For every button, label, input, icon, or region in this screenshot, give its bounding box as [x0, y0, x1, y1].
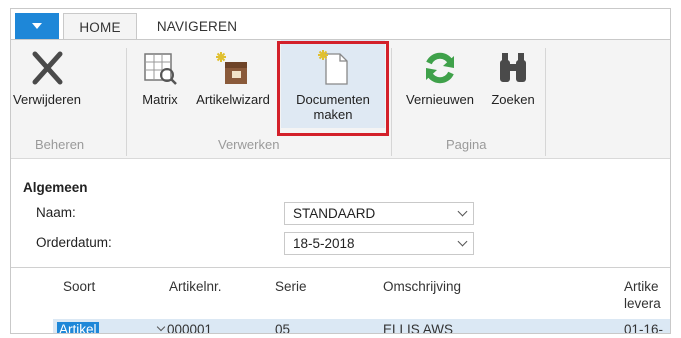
column-header-omschrijving[interactable]: Omschrijving: [383, 278, 461, 295]
cell-serie: 05: [275, 322, 291, 334]
group-separator: [391, 48, 392, 156]
tab-home[interactable]: HOME: [63, 13, 137, 40]
delete-button[interactable]: Verwijderen: [11, 40, 83, 128]
cell-artikelnr: 000001: [167, 322, 213, 334]
group-separator: [126, 48, 127, 156]
grid-header: Soort Artikelnr. Serie Omschrijving Arti…: [11, 267, 670, 319]
tab-strip: HOME NAVIGEREN: [11, 9, 670, 40]
chevron-down-icon: [457, 206, 468, 217]
search-button[interactable]: Zoeken: [485, 40, 541, 128]
cell-omschrijving: ELLIS AWS: [383, 322, 454, 334]
documenten-maken-label: Documenten maken: [296, 92, 370, 122]
chevron-down-icon[interactable]: [156, 322, 166, 332]
matrix-grid-icon: [140, 48, 180, 88]
new-document-icon: [313, 48, 353, 88]
refresh-label: Vernieuwen: [406, 92, 474, 107]
orderdatum-select[interactable]: 18-5-2018: [284, 232, 474, 255]
artikelwizard-button[interactable]: Artikelwizard: [189, 40, 277, 128]
group-label-beheren: Beheren: [35, 137, 85, 152]
application-frame: HOME NAVIGEREN Verwijderen Matrix Artike…: [10, 8, 671, 334]
refresh-icon: [420, 48, 460, 88]
chevron-down-icon: [457, 236, 468, 247]
delete-label: Verwijderen: [13, 92, 81, 107]
table-row[interactable]: Artikel 000001 05 ELLIS AWS 01-16-: [53, 319, 670, 334]
binoculars-icon: [493, 48, 533, 88]
caret-down-icon: [32, 23, 42, 29]
column-header-soort[interactable]: Soort: [63, 278, 95, 295]
column-header-artikelnr[interactable]: Artikelnr.: [169, 278, 222, 295]
group-label-pagina: Pagina: [446, 137, 487, 152]
column-header-artikel-leverdatum[interactable]: Artike levera: [624, 278, 664, 312]
cell-soort[interactable]: Artikel: [57, 322, 99, 333]
documenten-maken-button[interactable]: Documenten maken: [281, 40, 385, 128]
naam-value: STANDAARD: [293, 206, 376, 221]
tab-navigeren[interactable]: NAVIGEREN: [147, 13, 247, 40]
search-label: Zoeken: [491, 92, 535, 107]
naam-label: Naam:: [36, 205, 76, 220]
orderdatum-label: Orderdatum:: [36, 235, 112, 250]
matrix-label: Matrix: [142, 92, 178, 107]
group-separator: [545, 48, 546, 156]
app-menu-button[interactable]: [15, 13, 59, 39]
refresh-button[interactable]: Vernieuwen: [397, 40, 483, 128]
matrix-button[interactable]: Matrix: [133, 40, 187, 128]
orderdatum-value: 18-5-2018: [293, 236, 355, 251]
box-wizard-icon: [213, 48, 253, 88]
ribbon: Verwijderen Matrix Artikelwizard Documen…: [11, 39, 670, 159]
group-label-verwerken: Verwerken: [218, 137, 280, 152]
naam-select[interactable]: STANDAARD: [284, 202, 474, 225]
artikelwizard-label: Artikelwizard: [196, 92, 270, 107]
delete-x-icon: [27, 48, 67, 88]
section-title: Algemeen: [23, 180, 88, 195]
column-header-serie[interactable]: Serie: [275, 278, 307, 295]
cell-leverdatum: 01-16-: [624, 322, 664, 334]
